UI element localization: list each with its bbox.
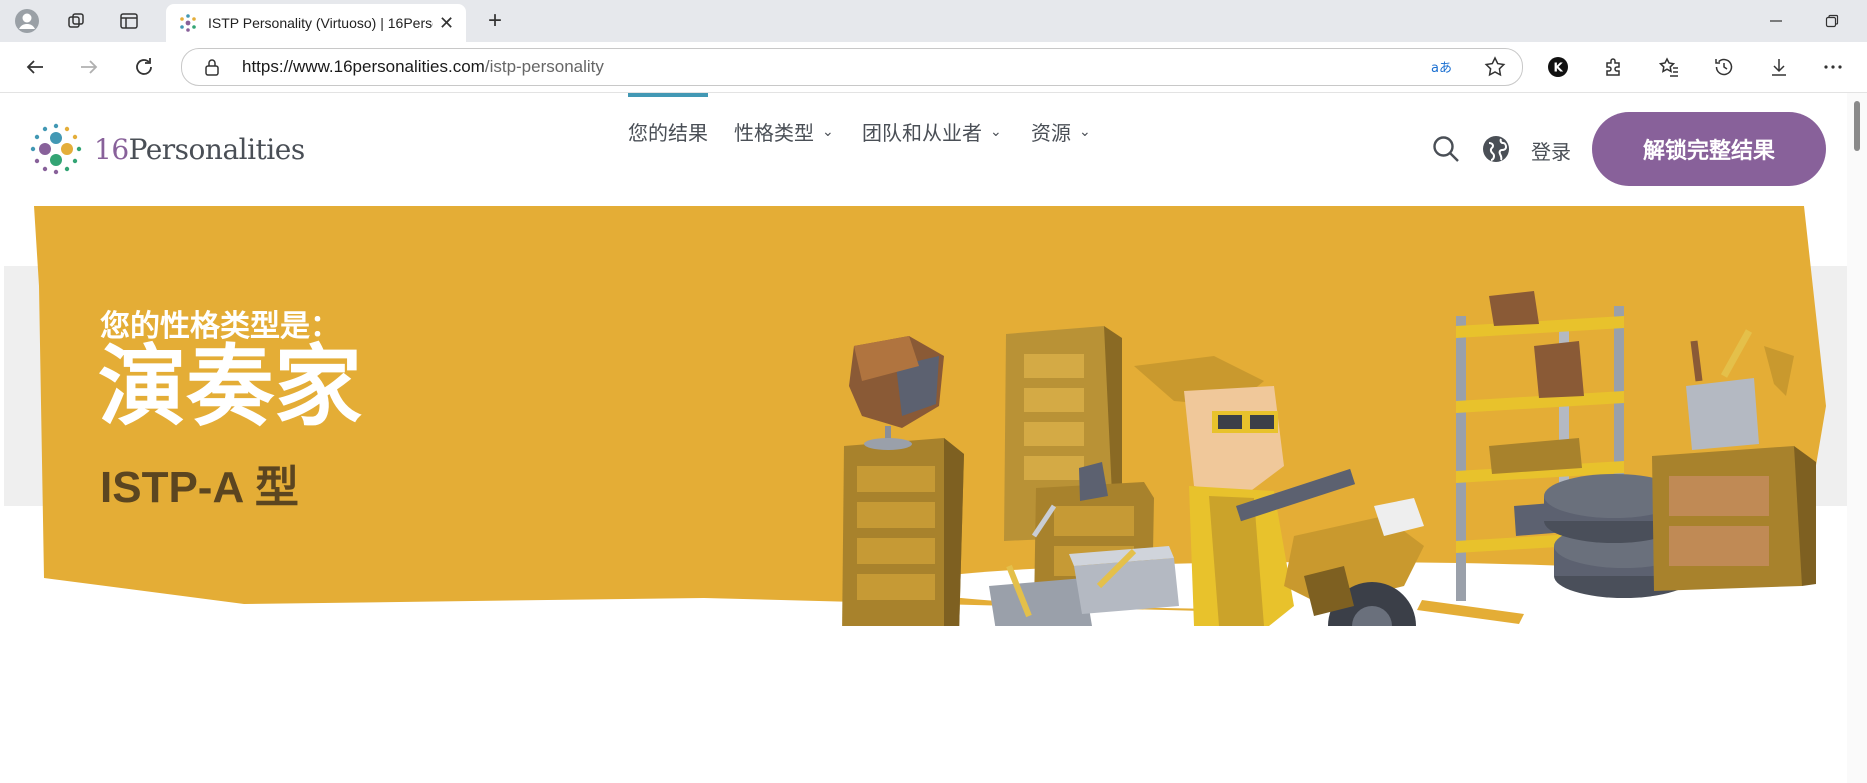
back-icon[interactable] (18, 50, 52, 84)
chevron-down-icon: ⌄ (1079, 122, 1091, 139)
address-field[interactable]: https://www.16personalities.com/istp-per… (181, 48, 1523, 86)
favorites-icon[interactable] (1652, 50, 1686, 84)
site-favicon-icon (180, 14, 196, 32)
browser-tab-bar: ISTP Personality (Virtuoso) | 16Personal… (0, 0, 1867, 42)
logo-mark-icon (30, 123, 82, 175)
browser-toolbar: https://www.16personalities.com/istp-per… (0, 42, 1867, 93)
nav-item-label: 团队和从业者 (862, 122, 982, 145)
forward-icon[interactable] (72, 50, 106, 84)
nav-active-indicator (628, 93, 708, 97)
nav-personality-types[interactable]: 性格类型 ⌄ (734, 117, 834, 146)
search-icon[interactable] (1430, 133, 1462, 165)
refresh-icon[interactable] (127, 50, 161, 84)
active-tab[interactable]: ISTP Personality (Virtuoso) | 16Personal… (166, 4, 466, 42)
lock-icon[interactable] (202, 57, 222, 77)
history-icon[interactable] (1707, 50, 1741, 84)
tab-title: ISTP Personality (Virtuoso) | 16Personal… (208, 15, 433, 31)
nav-item-label: 性格类型 (734, 122, 814, 145)
new-tab-button[interactable]: + (478, 6, 512, 36)
web-page: 16Personalities 您的结果 性格类型 ⌄ 团队和从业者 ⌄ 资源 … (4, 93, 1847, 783)
globe-icon[interactable] (1480, 133, 1512, 165)
minimize-icon[interactable] (1756, 8, 1796, 34)
site-logo[interactable]: 16Personalities (28, 121, 305, 177)
chevron-down-icon: ⌄ (990, 122, 1002, 139)
nav-item-label: 您的结果 (628, 122, 708, 145)
close-tab-icon[interactable]: ✕ (439, 13, 454, 34)
workspaces-icon[interactable] (60, 6, 94, 36)
site-header: 16Personalities 您的结果 性格类型 ⌄ 团队和从业者 ⌄ 资源 … (4, 93, 1847, 206)
nav-resources[interactable]: 资源 ⌄ (1031, 117, 1091, 146)
svg-text:K: K (1554, 61, 1564, 75)
personality-type-code: ISTP-A 型 (100, 463, 299, 512)
unlock-full-results-button[interactable]: 解锁完整结果 (1592, 112, 1826, 186)
svg-text:aあ: aあ (1431, 61, 1452, 76)
url-text: https://www.16personalities.com/istp-per… (242, 57, 604, 76)
more-menu-icon[interactable] (1816, 50, 1850, 84)
profile-icon[interactable] (10, 6, 44, 36)
vertical-tabs-icon[interactable] (112, 6, 146, 36)
login-link[interactable]: 登录 (1531, 136, 1571, 165)
nav-item-label: 资源 (1031, 122, 1071, 145)
favorite-star-icon[interactable] (1482, 55, 1508, 79)
page-scrollbar[interactable] (1847, 93, 1867, 783)
extensions-puzzle-icon[interactable] (1597, 50, 1631, 84)
nav-teams-professionals[interactable]: 团队和从业者 ⌄ (862, 117, 1002, 146)
restore-icon[interactable] (1812, 8, 1852, 34)
translate-icon[interactable]: aあ (1430, 55, 1456, 79)
chevron-down-icon: ⌄ (822, 122, 834, 139)
download-icon[interactable] (1762, 50, 1796, 84)
extension-k-icon[interactable]: K (1541, 50, 1575, 84)
logo-wordmark: 16Personalities (94, 132, 305, 166)
scrollbar-thumb[interactable] (1854, 101, 1860, 151)
personality-type-name: 演奏家 (98, 337, 363, 436)
nav-your-results[interactable]: 您的结果 (628, 117, 708, 146)
hero-banner: 您的性格类型是： 演奏家 ISTP-A 型 (4, 206, 1847, 626)
